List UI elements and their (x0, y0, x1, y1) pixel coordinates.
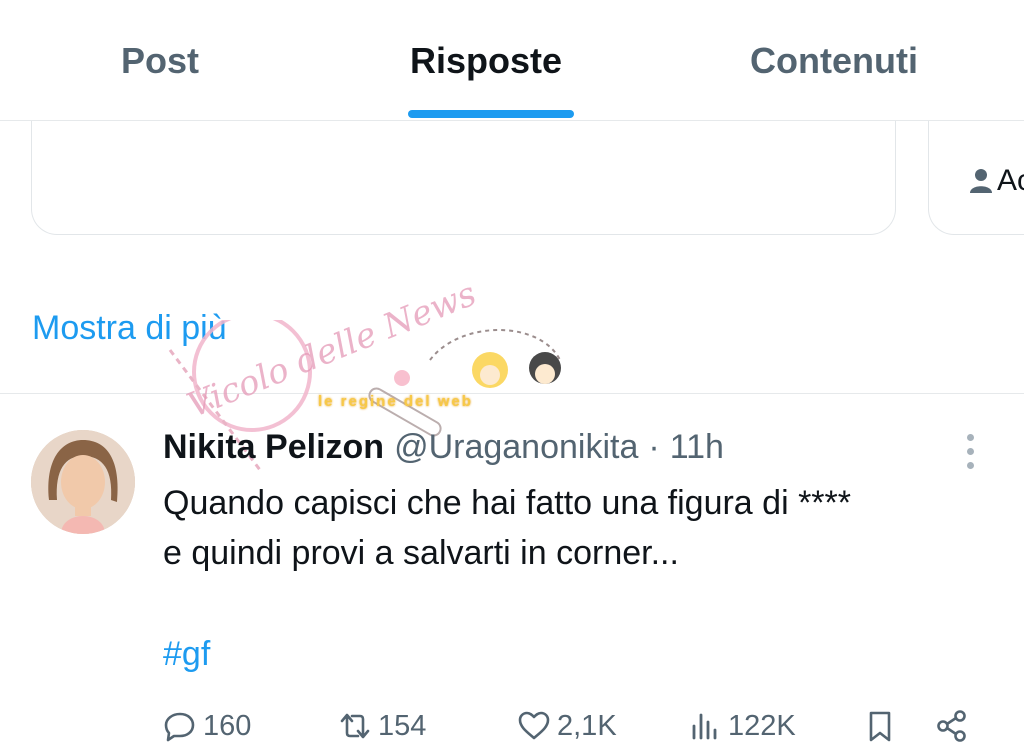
follow-label-text: Ac (997, 164, 1024, 197)
follow-label: Ac (969, 164, 1024, 198)
retweet-count: 154 (378, 709, 427, 742)
watermark-script: Vicolo delle News (181, 273, 482, 427)
heart-icon (518, 711, 550, 740)
author-name[interactable]: Nikita Pelizon (163, 428, 384, 467)
show-more-link[interactable]: Mostra di più (32, 309, 227, 348)
views-button[interactable]: 122K (688, 706, 796, 746)
more-options-icon[interactable] (958, 432, 984, 472)
tweet-text-line-2: e quindi provi a salvarti in corner... (163, 534, 679, 572)
share-icon (937, 710, 966, 742)
tab-contenuti[interactable]: Contenuti (750, 40, 918, 82)
suggestion-card[interactable] (31, 121, 896, 235)
reply-button[interactable]: 160 (163, 706, 251, 746)
like-button[interactable]: 2,1K (517, 706, 617, 746)
divider (0, 393, 1024, 394)
tweet-header: Nikita Pelizon @Uraganonikita · 11h (163, 428, 724, 467)
profile-tabs: Post Risposte Contenuti (0, 0, 1024, 121)
bookmark-icon (869, 711, 891, 742)
bookmark-button[interactable] (863, 706, 897, 746)
retweet-button[interactable]: 154 (338, 706, 426, 746)
views-count: 122K (728, 709, 796, 742)
active-tab-indicator (408, 110, 574, 118)
tweet-actions: 160 154 2,1K 122K (0, 700, 1024, 753)
tweet-text-line-1: Quando capisci che hai fatto una figura … (163, 484, 852, 522)
avatar[interactable] (31, 430, 135, 534)
retweet-icon (340, 713, 370, 739)
reply-icon (164, 712, 195, 742)
author-handle[interactable]: @Uraganonikita (394, 428, 638, 467)
views-icon (692, 713, 717, 740)
share-button[interactable] (935, 706, 969, 746)
watermark-band: le regine del web (318, 393, 473, 410)
separator: · (648, 428, 660, 466)
like-count: 2,1K (557, 709, 617, 742)
suggestion-card-partial[interactable]: Ac (928, 121, 1024, 235)
tab-post[interactable]: Post (121, 40, 199, 82)
avatar-image (31, 430, 135, 534)
tab-risposte[interactable]: Risposte (410, 40, 562, 82)
tweet-time[interactable]: 11h (670, 428, 724, 467)
reply-count: 160 (203, 709, 252, 742)
tweet-text: Quando capisci che hai fatto una figura … (163, 478, 983, 578)
person-icon (970, 169, 992, 193)
hashtag-link[interactable]: #gf (163, 635, 210, 674)
